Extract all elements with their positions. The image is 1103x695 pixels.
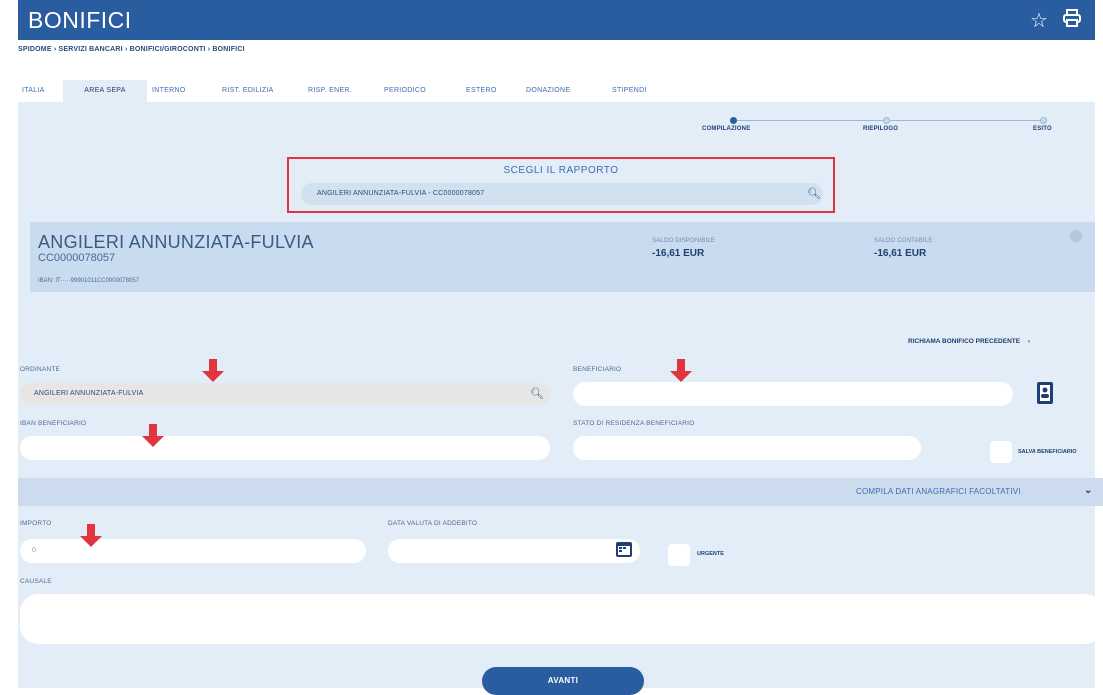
- importo-value: 0: [32, 547, 36, 554]
- step-label-riepilogo: RIEPILOGO: [863, 126, 899, 132]
- beneficiario-field[interactable]: [573, 382, 1013, 406]
- tab-interno[interactable]: INTERNO: [152, 80, 202, 102]
- search-icon[interactable]: 🔍︎: [530, 387, 544, 400]
- iban-beneficiario-label: IBAN BENEFICIARIO: [20, 420, 87, 427]
- saldo-contabile-value: -16,61 EUR: [874, 248, 927, 259]
- avanti-button[interactable]: AVANTI: [482, 667, 644, 695]
- calendar-icon[interactable]: [615, 540, 633, 563]
- saldo-disponibile-label: SALDO DISPONIBILE: [652, 238, 716, 244]
- search-icon[interactable]: 🔍︎: [807, 187, 821, 200]
- contact-book-icon[interactable]: [1035, 381, 1055, 410]
- app-header: BONIFICI ☆: [18, 0, 1095, 40]
- print-icon[interactable]: [1062, 8, 1082, 34]
- breadcrumb[interactable]: SPIDOME › SERVIZI BANCARI › BONIFICI/GIR…: [18, 46, 245, 53]
- iban-beneficiario-field[interactable]: [20, 436, 550, 460]
- urgente-checkbox[interactable]: [668, 544, 690, 566]
- red-arrow-annotation: [80, 524, 102, 547]
- step-label-esito: ESITO: [1033, 126, 1052, 132]
- rapporto-select[interactable]: ANGILERI ANNUNZIATA-FULVIA - CC000007805…: [301, 183, 823, 205]
- step-dot-riepilogo: [883, 117, 890, 124]
- tab-stipendi[interactable]: STIPENDI: [612, 80, 662, 102]
- data-valuta-field[interactable]: [388, 539, 640, 563]
- ordinante-field[interactable]: ANGILERI ANNUNZIATA-FULVIA 🔍︎: [20, 383, 550, 405]
- rapporto-highlight-box: SCEGLI IL RAPPORTO ANGILERI ANNUNZIATA-F…: [287, 157, 835, 213]
- step-label-compilazione: COMPILAZIONE: [702, 126, 751, 132]
- tab-area-sepa[interactable]: AREA SEPA: [63, 80, 147, 102]
- stato-residenza-field[interactable]: [573, 436, 921, 460]
- step-dot-esito: [1040, 117, 1047, 124]
- star-icon[interactable]: ☆: [1030, 8, 1048, 33]
- causale-label: CAUSALE: [20, 578, 52, 585]
- ordinante-value: ANGILERI ANNUNZIATA-FULVIA: [34, 390, 144, 397]
- compila-dati-bar[interactable]: COMPILA DATI ANAGRAFICI FACOLTATIVI ⌄: [18, 478, 1103, 506]
- tab-donazione[interactable]: DONAZIONE: [526, 80, 586, 102]
- account-number: CC0000078057: [38, 252, 116, 264]
- account-holder-name: ANGILERI ANNUNZIATA-FULVIA: [38, 232, 314, 252]
- stato-residenza-label: STATO DI RESIDENZA BENEFICIARIO: [573, 420, 695, 427]
- red-arrow-annotation: [142, 424, 164, 447]
- ordinante-label: ORDINANTE: [20, 366, 61, 373]
- importo-label: IMPORTO: [20, 520, 52, 527]
- urgente-label: URGENTE: [697, 551, 724, 557]
- account-card: ANGILERI ANNUNZIATA-FULVIA CC0000078057 …: [30, 222, 1095, 292]
- salva-beneficiario-label: SALVA BENEFICIARIO: [1018, 449, 1077, 455]
- red-arrow-annotation: [670, 359, 692, 382]
- salva-beneficiario-checkbox[interactable]: [990, 441, 1012, 463]
- tab-rist-edilizia[interactable]: RIST. EDILIZIA: [222, 80, 292, 102]
- rapporto-value: ANGILERI ANNUNZIATA-FULVIA - CC000007805…: [317, 190, 485, 197]
- red-arrow-annotation: [202, 359, 224, 382]
- step-dot-compilazione: [730, 117, 737, 124]
- app-title: BONIFICI: [28, 7, 132, 33]
- data-valuta-label: DATA VALUTA DI ADDEBITO: [388, 520, 478, 527]
- importo-field[interactable]: 0: [20, 539, 366, 563]
- account-iban: IBAN: IT·····99901011CC0000078057: [38, 278, 139, 284]
- compila-dati-label: COMPILA DATI ANAGRAFICI FACOLTATIVI: [856, 487, 1021, 496]
- rapporto-title: SCEGLI IL RAPPORTO: [503, 165, 619, 176]
- richiama-label: RICHIAMA BONIFICO PRECEDENTE: [908, 338, 1021, 345]
- tab-estero[interactable]: ESTERO: [466, 80, 506, 102]
- saldo-disponibile-value: -16,61 EUR: [652, 248, 705, 259]
- tab-italia[interactable]: ITALIA: [22, 80, 54, 102]
- richiama-bonifico-link[interactable]: RICHIAMA BONIFICO PRECEDENTE ›: [908, 338, 1030, 345]
- causale-field[interactable]: [20, 594, 1103, 644]
- gear-icon[interactable]: [1070, 230, 1082, 242]
- chevron-down-icon: ›: [1027, 338, 1031, 345]
- tab-risp-ener[interactable]: RISP. ENER.: [308, 80, 368, 102]
- beneficiario-label: BENEFICIARIO: [573, 366, 622, 373]
- saldo-contabile-label: SALDO CONTABILE: [874, 238, 933, 244]
- tab-periodico[interactable]: PERIODICO: [384, 80, 444, 102]
- chevron-down-icon: ⌄: [1084, 485, 1093, 496]
